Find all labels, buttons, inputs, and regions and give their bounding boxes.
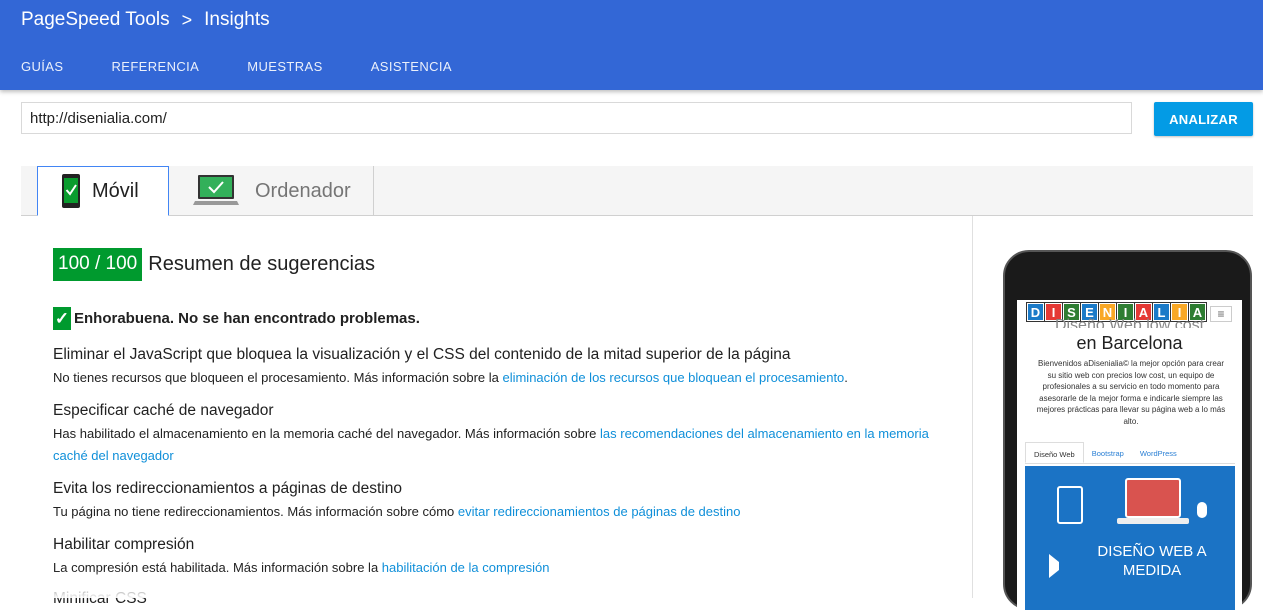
scroll-fade bbox=[21, 570, 972, 598]
summary-title: Resumen de sugerencias bbox=[148, 253, 376, 275]
nav-referencia[interactable]: REFERENCIA bbox=[111, 59, 199, 74]
nav-muestras[interactable]: MUESTRAS bbox=[247, 59, 322, 74]
preview-screen: D I S E N I A L I A ≡ Diseño Web low cos… bbox=[1017, 300, 1242, 610]
laptop-base bbox=[1117, 518, 1189, 524]
top-header: PageSpeed Tools > Insights GUÍAS REFEREN… bbox=[0, 0, 1263, 90]
score-summary: 100 / 100 Resumen de sugerencias bbox=[53, 248, 375, 281]
nav-asistencia[interactable]: ASISTENCIA bbox=[371, 59, 452, 74]
rule-render-blocking: Eliminar el JavaScript que bloquea la vi… bbox=[53, 345, 953, 389]
mobile-check-icon bbox=[62, 174, 80, 208]
preview-tab: Diseño Web bbox=[1025, 442, 1084, 463]
tablet-icon bbox=[1057, 486, 1083, 524]
brand-link[interactable]: PageSpeed Tools bbox=[21, 9, 170, 31]
desktop-check-icon bbox=[193, 175, 239, 205]
megaphone-icon bbox=[1049, 554, 1071, 578]
preview-tab: Bootstrap bbox=[1091, 449, 1124, 458]
tab-mobile[interactable]: Móvil bbox=[37, 166, 169, 216]
rule-link[interactable]: eliminación de los recursos que bloquean… bbox=[502, 370, 844, 385]
banner-text: DISEÑO WEB A MEDIDA bbox=[1097, 543, 1207, 579]
tab-mobile-label: Móvil bbox=[92, 179, 139, 202]
congrats-message: ✓ Enhorabuena. No se han encontrado prob… bbox=[53, 307, 420, 330]
rule-desc: Tu página no tiene redireccionamientos. … bbox=[53, 504, 741, 519]
rule-title: Habilitar compresión bbox=[53, 536, 195, 553]
preview-tabs: Diseño Web Bootstrap WordPress bbox=[1025, 442, 1235, 464]
rule-title: Evita los redireccionamientos a páginas … bbox=[53, 480, 402, 497]
rule-desc: No tienes recursos que bloqueen el proce… bbox=[53, 370, 848, 385]
score-badge: 100 / 100 bbox=[53, 248, 143, 281]
rule-redirects: Evita los redireccionamientos a páginas … bbox=[53, 479, 953, 523]
column-divider bbox=[972, 216, 973, 598]
rule-browser-cache: Especificar caché de navegador Has habil… bbox=[53, 401, 953, 467]
preview-banner: DISEÑO WEB A MEDIDA bbox=[1025, 466, 1235, 610]
rule-desc: Has habilitado el almacenamiento en la m… bbox=[53, 426, 929, 463]
section-title: Insights bbox=[204, 9, 270, 30]
analyze-button[interactable]: ANALIZAR bbox=[1154, 102, 1253, 136]
preview-subtitle: Diseño Web low cost bbox=[1054, 318, 1205, 328]
congrats-text: Enhorabuena. No se han encontrado proble… bbox=[74, 310, 420, 327]
rule-link[interactable]: evitar redireccionamientos de páginas de… bbox=[458, 504, 741, 519]
tab-desktop[interactable]: Ordenador bbox=[169, 166, 374, 216]
preview-tab: WordPress bbox=[1139, 449, 1177, 458]
tab-desktop-label: Ordenador bbox=[255, 179, 351, 202]
check-icon: ✓ bbox=[53, 307, 71, 330]
rule-title: Especificar caché de navegador bbox=[53, 402, 274, 419]
mobile-preview: D I S E N I A L I A ≡ Diseño Web low cos… bbox=[1003, 250, 1252, 610]
rule-title: Eliminar el JavaScript que bloquea la vi… bbox=[53, 346, 791, 363]
mouse-icon bbox=[1197, 502, 1207, 518]
preview-title: en Barcelona bbox=[1076, 333, 1183, 353]
preview-text: Bienvenidos aDisenialia© la mejor opción… bbox=[1036, 359, 1226, 426]
chevron-right-icon: > bbox=[181, 9, 193, 30]
breadcrumb: PageSpeed Tools > Insights bbox=[21, 8, 270, 32]
device-tabs: Móvil Ordenador bbox=[21, 166, 1253, 216]
nav-guias[interactable]: GUÍAS bbox=[21, 59, 63, 74]
url-input[interactable] bbox=[21, 102, 1132, 134]
top-nav: GUÍAS REFERENCIA MUESTRAS ASISTENCIA bbox=[21, 59, 500, 74]
laptop-icon bbox=[1125, 478, 1181, 518]
